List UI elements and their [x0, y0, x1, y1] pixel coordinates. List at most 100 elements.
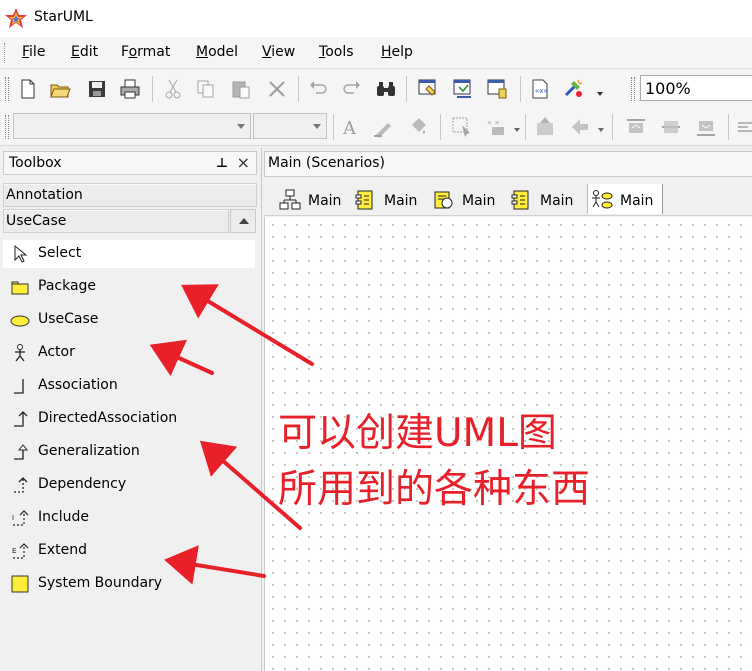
- generalization-icon: [14, 444, 29, 460]
- class-diagram-icon: [279, 189, 301, 210]
- add-in-tools-icon[interactable]: [562, 77, 586, 101]
- annotation-text: 可以创建UML图 所用到的各种东西: [278, 406, 590, 518]
- annotation-line-1: 可以创建UML图: [278, 411, 557, 456]
- pin-icon[interactable]: ⊥: [216, 156, 228, 171]
- folder-icon: [11, 281, 29, 295]
- toolbar-grip[interactable]: [631, 77, 635, 101]
- tool-usecase[interactable]: UseCase: [3, 306, 255, 334]
- stereotype-display-icon[interactable]: « »: [486, 115, 510, 139]
- tool-extend[interactable]: E Extend: [3, 537, 255, 565]
- cursor-icon: [14, 244, 28, 263]
- stereotype-dropdown-arrow[interactable]: [514, 128, 520, 132]
- menu-grip[interactable]: [4, 43, 7, 63]
- align-middle-icon[interactable]: [659, 115, 683, 139]
- usecase-diagram-icon: [592, 190, 613, 209]
- component-diagram-icon: [355, 190, 373, 210]
- toolbox-title: Toolbox: [9, 155, 62, 171]
- toolbar-grip[interactable]: [5, 115, 9, 139]
- svg-text:« »: « »: [487, 118, 499, 127]
- model-explorer-icon[interactable]: [416, 77, 440, 101]
- align-bottom-icon[interactable]: [694, 115, 718, 139]
- zoom-combo[interactable]: 100%: [640, 75, 752, 101]
- tools-dropdown-arrow[interactable]: [597, 92, 603, 96]
- menu-help[interactable]: Help: [381, 44, 413, 60]
- tool-system-boundary[interactable]: System Boundary: [3, 570, 255, 598]
- tool-dependency[interactable]: Dependency: [3, 471, 255, 499]
- cut-icon[interactable]: [161, 77, 185, 101]
- align-left-icon[interactable]: [735, 115, 752, 139]
- font-icon[interactable]: A: [340, 115, 364, 139]
- paste-icon[interactable]: [229, 77, 253, 101]
- deployment-diagram-icon: [434, 191, 453, 209]
- menu-tools[interactable]: Tools: [319, 44, 354, 60]
- diagram-header: Main (Scenarios): [264, 151, 752, 177]
- tool-association[interactable]: Association: [3, 372, 255, 400]
- documentation-icon[interactable]: [485, 77, 509, 101]
- menu-model[interactable]: Model: [196, 44, 238, 60]
- toolbox-header: Toolbox ⊥ ×: [3, 151, 257, 175]
- font-size-combo[interactable]: [253, 113, 327, 139]
- fill-color-icon[interactable]: [406, 115, 430, 139]
- toolbox-group-usecase[interactable]: UseCase: [3, 209, 229, 233]
- line-color-icon[interactable]: [372, 115, 396, 139]
- svg-text:I: I: [12, 514, 14, 522]
- menu-edit[interactable]: Edit: [71, 44, 98, 60]
- directed-association-icon: [14, 411, 28, 427]
- menu-format[interactable]: Format: [121, 44, 170, 60]
- close-icon[interactable]: ×: [237, 153, 250, 172]
- dependency-icon: [14, 477, 28, 493]
- find-binoculars-icon[interactable]: [374, 77, 398, 101]
- menu-bar: File Edit Format Model View Tools Help: [0, 37, 752, 69]
- annotation-line-2: 所用到的各种东西: [278, 467, 591, 512]
- ellipse-icon: [10, 315, 30, 327]
- undo-icon[interactable]: [306, 77, 330, 101]
- include-icon: I: [12, 510, 29, 526]
- system-boundary-icon: [11, 575, 29, 593]
- extend-icon: E: [12, 543, 29, 559]
- menu-file[interactable]: File: [22, 44, 45, 60]
- toolbox-panel: Toolbox ⊥ × Annotation UseCase Select Pa…: [0, 148, 262, 671]
- svg-text:«x»: «x»: [535, 87, 548, 95]
- staruml-logo-icon: [5, 8, 27, 28]
- svg-text:A: A: [342, 118, 357, 139]
- tool-select[interactable]: Select: [3, 240, 255, 268]
- tool-package[interactable]: Package: [3, 273, 255, 301]
- new-file-icon[interactable]: [16, 77, 40, 101]
- toolbox-group-annotation[interactable]: Annotation: [3, 183, 257, 207]
- actor-icon: [15, 344, 25, 362]
- tab-main-component-2[interactable]: Main: [510, 184, 582, 214]
- print-icon[interactable]: [118, 77, 142, 101]
- operations-dropdown-arrow[interactable]: [598, 128, 604, 132]
- tab-main-deployment[interactable]: Main: [432, 184, 504, 214]
- select-in-explorer-icon[interactable]: [450, 115, 474, 139]
- suppress-attributes-icon[interactable]: [533, 115, 557, 139]
- title-bar: StarUML: [0, 0, 752, 37]
- component-diagram-icon: [511, 190, 529, 210]
- properties-icon[interactable]: [451, 77, 475, 101]
- tab-main-class[interactable]: Main: [278, 184, 348, 214]
- tool-directed-association[interactable]: DirectedAssociation: [3, 405, 255, 433]
- tab-main-component[interactable]: Main: [354, 184, 426, 214]
- suppress-operations-icon[interactable]: [568, 115, 592, 139]
- standard-toolbar: «x» 100%: [0, 70, 752, 108]
- align-top-icon[interactable]: [624, 115, 648, 139]
- tool-actor[interactable]: Actor: [3, 339, 255, 367]
- redo-icon[interactable]: [340, 77, 364, 101]
- tool-include[interactable]: I Include: [3, 504, 255, 532]
- svg-text:E: E: [12, 547, 16, 555]
- delete-icon[interactable]: [265, 77, 289, 101]
- code-document-icon[interactable]: «x»: [528, 77, 552, 101]
- toolbar-grip[interactable]: [5, 77, 9, 101]
- tab-main-usecase[interactable]: Main: [587, 184, 663, 214]
- copy-icon[interactable]: [194, 77, 218, 101]
- open-folder-icon[interactable]: [48, 77, 72, 101]
- save-icon[interactable]: [85, 77, 109, 101]
- collapse-group-button[interactable]: [230, 209, 256, 233]
- format-toolbar: A « »: [0, 108, 752, 146]
- menu-view[interactable]: View: [262, 44, 295, 60]
- window-title: StarUML: [34, 9, 93, 25]
- tool-generalization[interactable]: Generalization: [3, 438, 255, 466]
- diagram-title: Main (Scenarios): [268, 155, 385, 171]
- font-combo[interactable]: [13, 113, 251, 139]
- diagram-tabs: Main Main Main Main Main: [264, 180, 752, 216]
